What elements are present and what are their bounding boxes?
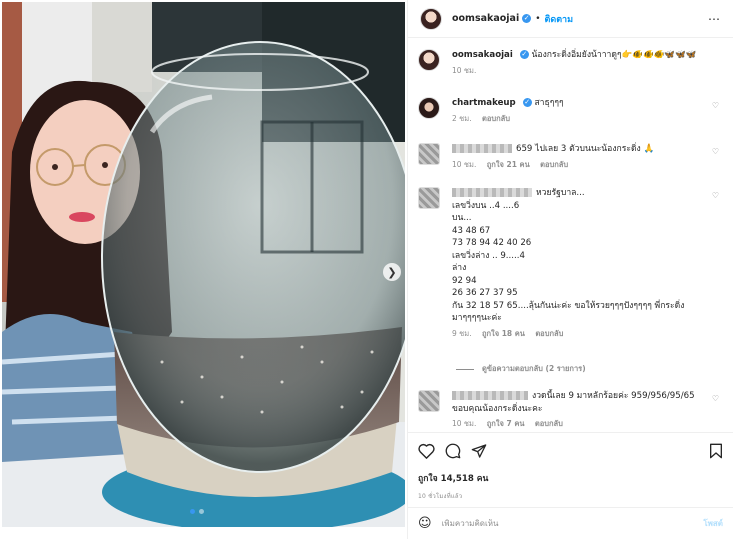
follow-button[interactable]: ติดตาม <box>545 12 574 26</box>
blurred-username <box>452 188 532 197</box>
reply-button[interactable]: ตอบกลับ <box>482 114 510 123</box>
comment-like-heart-icon[interactable]: ♡ <box>712 191 719 200</box>
smiley-icon[interactable]: ☺ <box>418 516 432 531</box>
comment-likes-count[interactable]: ถูกใจ 21 คน <box>487 160 530 169</box>
comment-likes-count[interactable]: ถูกใจ 7 คน <box>487 419 525 428</box>
commenter-avatar[interactable] <box>418 97 440 119</box>
comments-list: oomsakaojai ✓ น้องกระดิ่งอิ่มยังน้าาาดูๆ👉… <box>408 39 733 431</box>
more-horizontal-icon[interactable]: ⋯ <box>708 12 721 26</box>
carousel-dot-active <box>190 509 195 514</box>
comment-line: เลขวิ่งบน ..4 ....6 <box>452 200 520 211</box>
caption-username[interactable]: oomsakaojai <box>452 50 513 60</box>
author-username[interactable]: oomsakaojai <box>452 13 519 24</box>
comment-line: ขอบคุณน้องกระดิ่งนะคะ <box>452 403 543 414</box>
commenter-avatar-blurred[interactable] <box>418 143 440 165</box>
comment-likes-count[interactable]: ถูกใจ 18 คน <box>482 329 525 338</box>
carousel-indicator <box>190 509 204 514</box>
commenter-avatar-blurred[interactable] <box>418 187 440 209</box>
post-comment-button[interactable]: โพสต์ <box>703 517 723 530</box>
reply-button[interactable]: ตอบกลับ <box>535 329 563 338</box>
heart-icon[interactable] <box>418 443 435 459</box>
verified-badge-icon: ✓ <box>519 50 529 59</box>
post-side-panel: oomsakaojai ✓ • ติดตาม ⋯ oomsakaojai ✓ น้… <box>407 0 733 539</box>
comment-time: 2 ชม. <box>452 113 472 123</box>
likes-count[interactable]: ถูกใจ 14,518 คน <box>418 471 723 485</box>
add-comment-bar: ☺ โพสต์ <box>408 507 733 539</box>
add-comment-input[interactable] <box>441 519 704 528</box>
view-replies-button[interactable]: ดูข้อความตอบกลับ (2 รายการ) <box>456 363 586 375</box>
comment-like-heart-icon[interactable]: ♡ <box>712 147 719 156</box>
comment-text: สาธุๆๆๆ <box>534 98 564 108</box>
share-icon[interactable] <box>471 443 487 459</box>
photo-illustration <box>2 2 405 527</box>
reply-button[interactable]: ตอบกลับ <box>540 160 568 169</box>
comment-item: หวยรัฐบาล... เลขวิ่งบน ..4 ....6 บน... 4… <box>418 187 723 340</box>
commenter-avatar-blurred[interactable] <box>418 390 440 412</box>
comment-like-heart-icon[interactable]: ♡ <box>712 394 719 403</box>
verified-badge-icon: ✓ <box>522 14 532 23</box>
comment-line: 26 36 27 37 95 <box>452 288 518 298</box>
comment-like-heart-icon[interactable]: ♡ <box>712 101 719 110</box>
carousel-dot <box>199 509 204 514</box>
comment-item: งวดนี้เลย 9 มาหลักร้อยค่ะ 959/956/95/65 … <box>418 390 723 431</box>
comment-time: 9 ชม. <box>452 328 472 338</box>
chevron-right-icon: ❯ <box>387 265 397 279</box>
caption-text: น้องกระดิ่งอิ่มยังน้าาาดูๆ👉🐠🐠🐠🦋🦋🦋 <box>531 50 697 60</box>
commenter-username[interactable]: chartmakeup <box>452 98 516 108</box>
blurred-username <box>452 391 528 400</box>
author-avatar[interactable] <box>418 49 440 71</box>
comment-line: 92 94 <box>452 275 477 286</box>
comment-line: บน... <box>452 213 472 223</box>
caption: oomsakaojai ✓ น้องกระดิ่งอิ่มยังน้าาาดูๆ👉… <box>418 49 723 77</box>
comment-item: 659 ไปเลย 3 ตัวบนนะน้องกระดิ่ง 🙏 10 ชม. … <box>418 143 723 171</box>
comment-line: งวดนี้เลย 9 มาหลักร้อยค่ะ 959/956/95/65 <box>532 391 695 401</box>
caption-time: 10 ชม. <box>452 65 477 75</box>
verified-badge-icon: ✓ <box>522 98 532 107</box>
comment-text: 659 ไปเลย 3 ตัวบนนะน้องกระดิ่ง 🙏 <box>516 144 655 154</box>
comment-time: 10 ชม. <box>452 159 477 169</box>
comment-line: มาๆๆๆๆนะค่ะ <box>452 313 502 323</box>
comment-line: ล่าง <box>452 263 467 273</box>
post-header: oomsakaojai ✓ • ติดตาม ⋯ <box>408 0 733 38</box>
blurred-username <box>452 144 512 153</box>
separator-dot: • <box>535 13 541 24</box>
comment-line: 43 48 67 <box>452 225 491 236</box>
carousel-next-button[interactable]: ❯ <box>383 263 401 281</box>
reply-button[interactable]: ตอบกลับ <box>535 419 563 428</box>
comment-line: 73 78 94 42 40 26 <box>452 238 532 248</box>
comment-line: หวยรัฐบาล... <box>536 188 585 198</box>
comment-time: 10 ชม. <box>452 419 477 428</box>
comment-line: กัน 32 18 57 65....ลุ้นกันน่ะค่ะ ขอให้รว… <box>452 300 685 311</box>
author-avatar[interactable] <box>420 7 442 30</box>
comment-line: เลขวิ่งล่าง .. 9.....4 <box>452 250 525 261</box>
post-photo: ❯ <box>2 2 405 527</box>
comment-item: chartmakeup ✓ สาธุๆๆๆ 2 ชม. ตอบกลับ ♡ <box>418 97 723 125</box>
bookmark-icon[interactable] <box>709 443 723 459</box>
comment-icon[interactable] <box>445 443 461 459</box>
posted-time: 10 ชั่วโมงที่แล้ว <box>418 493 463 500</box>
post-actions: ถูกใจ 14,518 คน 10 ชั่วโมงที่แล้ว <box>408 432 733 501</box>
